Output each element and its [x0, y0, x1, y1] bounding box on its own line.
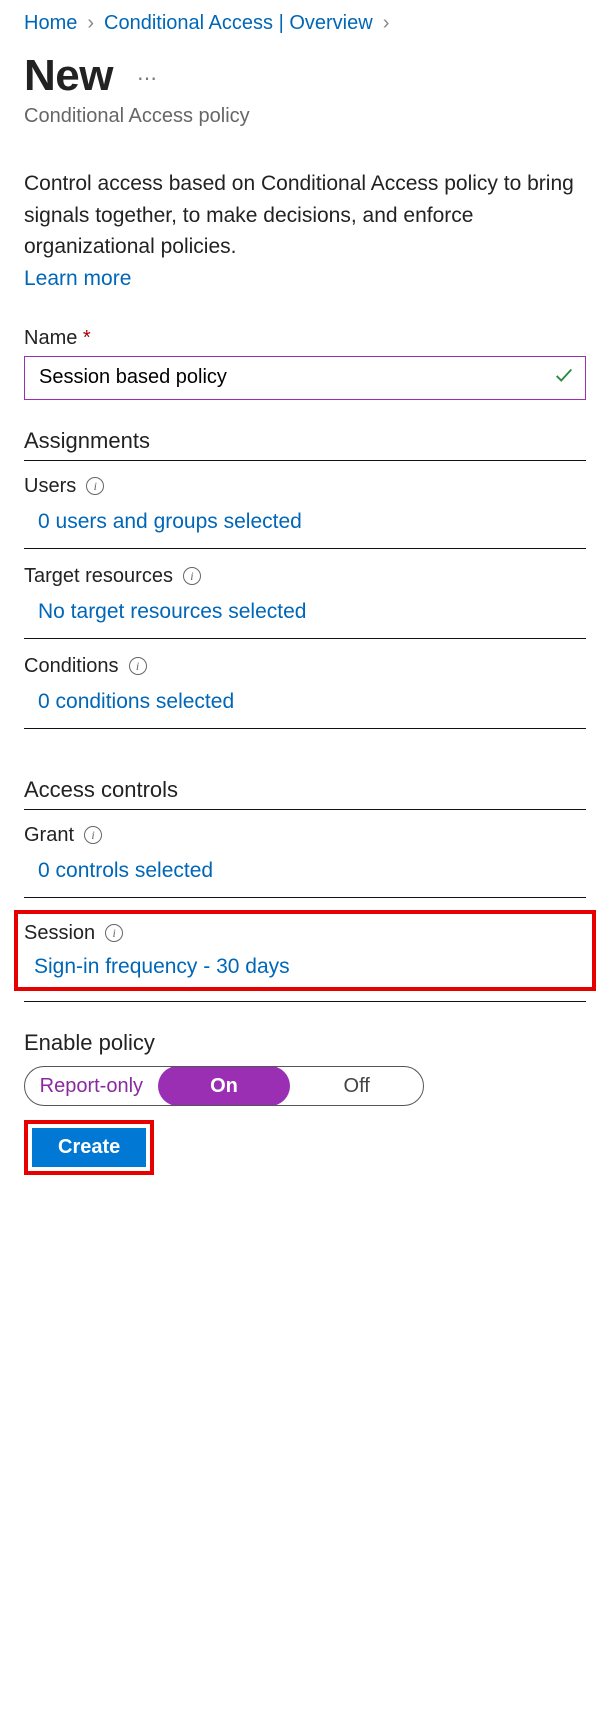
- enable-policy-label: Enable policy: [24, 1030, 586, 1056]
- toggle-on[interactable]: On: [158, 1066, 291, 1106]
- access-controls-heading: Access controls: [24, 777, 586, 810]
- info-icon[interactable]: i: [183, 567, 201, 585]
- page-title: New: [24, 51, 113, 101]
- breadcrumb-home[interactable]: Home: [24, 12, 77, 35]
- toggle-report-only[interactable]: Report-only: [25, 1066, 158, 1106]
- name-input[interactable]: [37, 365, 541, 390]
- chevron-right-icon: ›: [383, 12, 390, 35]
- more-actions-icon[interactable]: ⋯: [137, 60, 159, 91]
- learn-more-link[interactable]: Learn more: [24, 267, 131, 291]
- target-resources-label: Target resources: [24, 565, 173, 588]
- policy-description: Control access based on Conditional Acce…: [24, 168, 586, 263]
- info-icon[interactable]: i: [86, 477, 104, 495]
- chevron-right-icon: ›: [87, 12, 94, 35]
- enable-policy-toggle[interactable]: Report-only On Off: [24, 1066, 424, 1106]
- session-block-highlight: Session i Sign-in frequency - 30 days: [14, 910, 596, 991]
- conditions-summary-link[interactable]: 0 conditions selected: [24, 686, 586, 729]
- page-subtitle: Conditional Access policy: [24, 105, 586, 128]
- session-summary-link[interactable]: Sign-in frequency - 30 days: [24, 949, 582, 985]
- info-icon[interactable]: i: [84, 826, 102, 844]
- target-resources-summary-link[interactable]: No target resources selected: [24, 596, 586, 639]
- create-button-highlight: Create: [24, 1120, 154, 1175]
- toggle-off[interactable]: Off: [290, 1066, 423, 1106]
- users-label: Users: [24, 475, 76, 498]
- grant-label: Grant: [24, 824, 74, 847]
- users-summary-link[interactable]: 0 users and groups selected: [24, 506, 586, 549]
- conditions-label: Conditions: [24, 655, 119, 678]
- create-button[interactable]: Create: [32, 1128, 146, 1167]
- breadcrumb-overview[interactable]: Conditional Access | Overview: [104, 12, 373, 35]
- name-input-wrapper[interactable]: [24, 356, 586, 400]
- valid-checkmark-icon: [553, 364, 575, 392]
- required-asterisk-icon: *: [83, 327, 91, 349]
- assignments-heading: Assignments: [24, 428, 586, 461]
- breadcrumb: Home › Conditional Access | Overview ›: [24, 12, 586, 35]
- name-label: Name *: [24, 327, 586, 350]
- grant-summary-link[interactable]: 0 controls selected: [24, 855, 586, 898]
- info-icon[interactable]: i: [105, 924, 123, 942]
- session-label: Session: [24, 922, 95, 945]
- info-icon[interactable]: i: [129, 657, 147, 675]
